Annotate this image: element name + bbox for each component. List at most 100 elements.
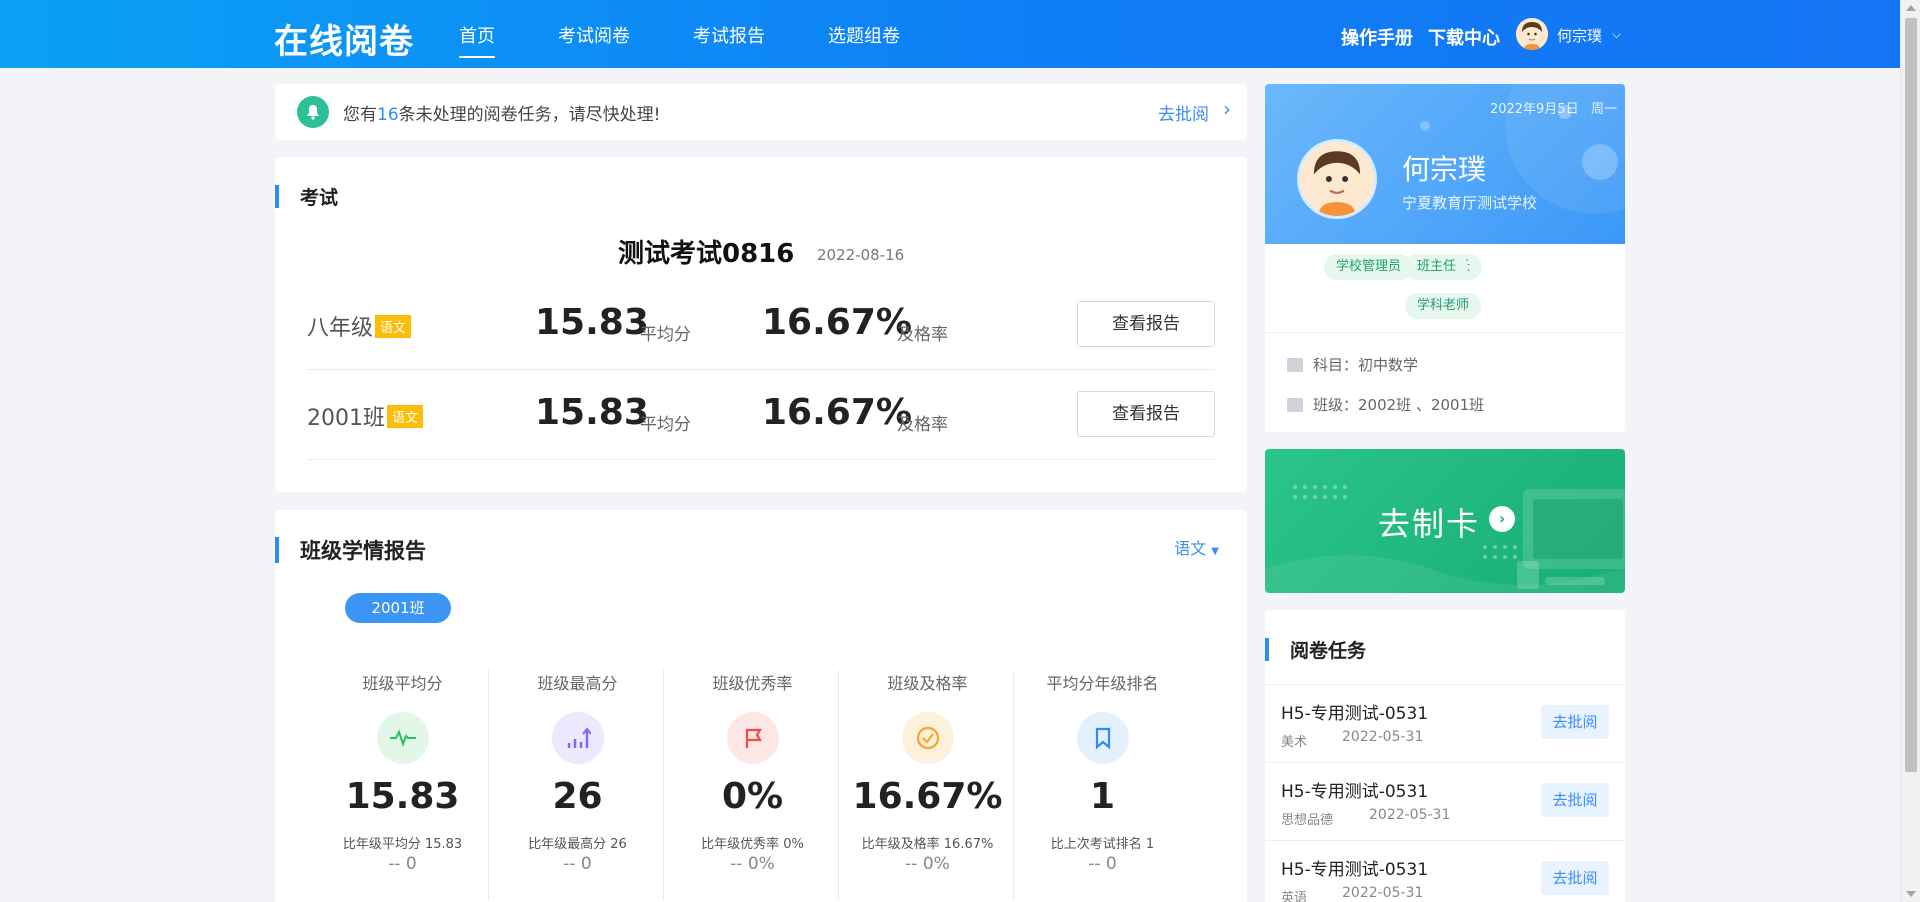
task-subject: 思想品德 [1281, 813, 1334, 828]
stat-compare: 比年级优秀率 0% [701, 837, 804, 852]
user-name[interactable]: 何宗璞 [1557, 25, 1602, 46]
stat-excellent-rate: 班级优秀率 0% 比年级优秀率 0% -- 0% [665, 670, 840, 900]
stat-label: 班级及格率 [887, 674, 968, 693]
tasks-section-title: 阅卷任务 [1265, 636, 1366, 663]
divider [1265, 332, 1625, 333]
profile-avatar-icon [1297, 139, 1377, 219]
role-tag: 班主任 [1405, 254, 1469, 280]
chevron-down-icon[interactable]: ⌵ [1612, 27, 1621, 42]
row-label: 八年级 语文 [307, 310, 412, 342]
task-item: H5-专用测试-0531 思想品德 2022-05-31 去批阅 [1265, 762, 1625, 840]
user-avatar-icon[interactable] [1516, 18, 1548, 50]
exam-section-title: 考试 [275, 183, 338, 210]
row-label: 2001班 语文 [307, 400, 424, 432]
task-date: 2022-05-31 [1342, 885, 1424, 901]
nav-exam-marking[interactable]: 考试阅卷 [558, 22, 630, 48]
subject-tag: 语文 [375, 314, 412, 338]
stat-value: 16.67% [852, 776, 1003, 817]
avg-score-value: 15.83 [535, 392, 649, 433]
task-date: 2022-05-31 [1369, 807, 1451, 823]
subject-select[interactable]: 语文 ▼ [1174, 535, 1219, 559]
check-circle-icon [901, 712, 954, 764]
go-review-button[interactable]: 去批阅 [1541, 783, 1609, 817]
caret-down-icon: ▼ [1211, 546, 1219, 557]
exam-row-grade: 八年级 语文 15.83 平均分 16.67% 及格率 查看报告 [307, 280, 1215, 370]
bell-icon [297, 96, 329, 128]
task-name: H5-专用测试-0531 [1281, 860, 1429, 880]
stat-value: 1 [1089, 776, 1116, 817]
exam-row-class: 2001班 语文 15.83 平均分 16.67% 及格率 查看报告 [307, 370, 1215, 460]
exam-card: 考试 测试考试0816 2022-08-16 八年级 语文 15.83 平均分 1… [275, 157, 1247, 492]
stat-divider [1013, 670, 1014, 900]
profile-banner: 2022年9月5日 周一 何宗璞 宁夏教育厅测试学校 [1265, 84, 1625, 244]
stat-divider [838, 670, 839, 900]
stat-label: 班级最高分 [537, 674, 618, 693]
app-logo[interactable]: 在线阅卷 [274, 14, 414, 63]
top-header: 在线阅卷 首页 考试阅卷 考试报告 选题组卷 操作手册 下载中心 何宗璞 ⌵ [0, 0, 1900, 68]
go-review-link[interactable]: 去批阅 [1158, 100, 1209, 125]
pulse-icon [376, 712, 429, 764]
nav-exam-report[interactable]: 考试报告 [693, 22, 765, 48]
scroll-thumb[interactable] [1905, 18, 1917, 772]
class-report-card: 班级学情报告 语文 ▼ 2001班 班级平均分 15.83 比年级平均分 15.… [275, 510, 1247, 902]
avg-score-unit: 平均分 [640, 325, 691, 345]
pending-count: 16 [377, 105, 399, 125]
exam-date: 2022-08-16 [817, 246, 905, 264]
flag-icon [726, 712, 779, 764]
task-subject: 美术 [1281, 735, 1308, 750]
stat-class-avg: 班级平均分 15.83 比年级平均分 15.83 -- 0 [315, 670, 490, 900]
stat-divider [663, 670, 664, 900]
manual-link[interactable]: 操作手册 [1341, 24, 1413, 50]
download-center-link[interactable]: 下载中心 [1428, 24, 1500, 50]
chevron-right-icon[interactable]: › [1223, 97, 1231, 121]
scroll-down-icon[interactable] [1906, 891, 1916, 897]
scroll-up-icon[interactable] [1906, 5, 1916, 11]
stat-delta: -- 0% [730, 854, 775, 874]
go-review-button[interactable]: 去批阅 [1541, 705, 1609, 739]
task-name: H5-专用测试-0531 [1281, 782, 1429, 802]
stat-value: 0% [721, 776, 784, 817]
task-subject: 英语 [1281, 891, 1308, 902]
exam-name: 测试考试0816 [618, 239, 795, 269]
bar-trend-icon [551, 712, 604, 764]
page-scrollbar[interactable] [1900, 0, 1920, 902]
go-review-button[interactable]: 去批阅 [1541, 861, 1609, 895]
stat-delta: -- 0 [388, 854, 417, 874]
avg-score-value: 15.83 [535, 302, 649, 343]
stat-delta: -- 0 [1088, 854, 1117, 874]
stat-compare: 比上次考试排名 1 [1050, 837, 1155, 852]
task-name: H5-专用测试-0531 [1281, 704, 1429, 724]
avg-score-unit: 平均分 [640, 415, 691, 435]
make-card-label[interactable]: 去制卡 [1378, 499, 1480, 545]
class-pill-2001[interactable]: 2001班 [345, 593, 451, 623]
stat-class-max: 班级最高分 26 比年级最高分 26 -- 0 [490, 670, 665, 900]
profile-name: 何宗璞 [1402, 153, 1487, 186]
view-report-button[interactable]: 查看报告 [1077, 391, 1215, 437]
arrow-right-icon[interactable]: › [1489, 506, 1515, 532]
profile-subject: 科目：初中数学 [1287, 354, 1418, 375]
report-section-title: 班级学情报告 [275, 535, 426, 565]
stat-divider [488, 670, 489, 900]
profile-date: 2022年9月5日 周一 [1489, 102, 1617, 117]
task-item: H5-专用测试-0531 英语 2022-05-31 去批阅 [1265, 840, 1625, 902]
stat-label: 平均分年级排名 [1046, 674, 1159, 693]
stat-label: 班级优秀率 [712, 674, 793, 693]
pending-task-notice: 您有16条未处理的阅卷任务，请尽快处理! 去批阅 › [275, 84, 1247, 140]
stat-compare: 比年级及格率 16.67% [861, 837, 994, 852]
stat-label: 班级平均分 [362, 674, 443, 693]
view-report-button[interactable]: 查看报告 [1077, 301, 1215, 347]
stat-pass-rate: 班级及格率 16.67% 比年级及格率 16.67% -- 0% [840, 670, 1015, 900]
nav-question-paper[interactable]: 选题组卷 [828, 22, 900, 48]
stat-value: 15.83 [345, 776, 460, 817]
make-card-banner[interactable]: 去制卡 › [1265, 449, 1625, 593]
role-tag: 学科老师 [1405, 293, 1482, 319]
role-tag: 学校管理员 [1324, 254, 1414, 280]
pass-rate-unit: 及格率 [897, 415, 948, 435]
nav-home[interactable]: 首页 [459, 22, 495, 58]
pass-rate-unit: 及格率 [897, 325, 948, 345]
profile-classes: 班级：2002班 、2001班 [1287, 394, 1484, 415]
subject-tag: 语文 [387, 404, 424, 428]
profile-school: 宁夏教育厅测试学校 [1402, 194, 1538, 212]
book-icon [1287, 358, 1303, 372]
classroom-icon [1287, 398, 1303, 412]
